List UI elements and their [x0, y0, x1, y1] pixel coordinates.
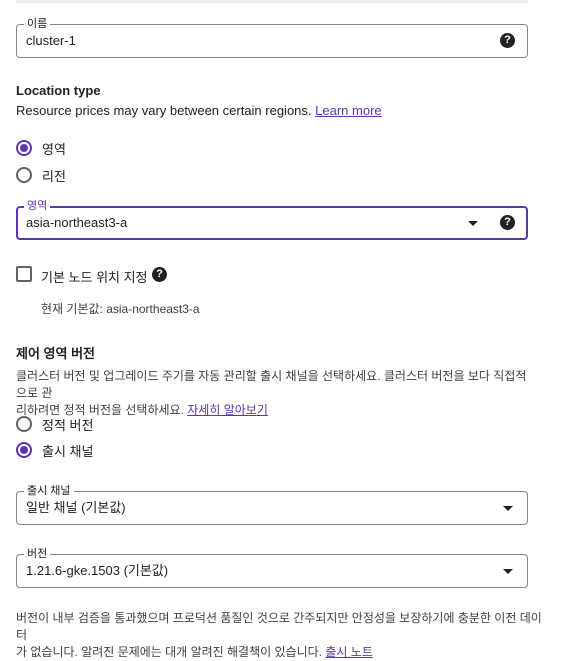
radio-static-version[interactable]: 정적 버전	[16, 415, 93, 433]
radio-zonal-control[interactable]	[16, 140, 32, 156]
version-footer-line1: 버전이 내부 검증을 통과했으며 프로덕션 품질인 것으로 간주되지만 안정성을…	[16, 611, 542, 642]
learn-more-link[interactable]: Learn more	[315, 103, 381, 118]
dropdown-arrow-icon[interactable]	[503, 569, 513, 574]
default-node-locations-note: 현재 기본값: asia-northeast3-a	[41, 302, 200, 316]
release-notes-link[interactable]: 출시 노트	[325, 645, 373, 659]
radio-release-channel-control[interactable]	[16, 442, 32, 458]
radio-regional[interactable]: 리전	[16, 166, 66, 184]
version-footer-note: 버전이 내부 검증을 통과했으며 프로덕션 품질인 것으로 간주되지만 안정성을…	[16, 610, 546, 661]
help-icon[interactable]: ?	[500, 33, 515, 48]
radio-zonal[interactable]: 영역	[16, 139, 66, 157]
release-channel-select-value: 일반 채널 (기본값)	[26, 500, 126, 515]
radio-release-channel-label: 출시 채널	[42, 443, 94, 459]
default-node-locations-checkbox[interactable]	[16, 266, 32, 282]
top-divider	[16, 0, 528, 3]
location-type-description: Resource prices may vary between certain…	[16, 103, 382, 118]
cluster-name-value[interactable]: cluster-1	[26, 25, 76, 57]
learn-more-link-kr[interactable]: 자세히 알아보기	[187, 403, 268, 417]
radio-zonal-label: 영역	[42, 141, 66, 157]
version-select[interactable]: 버전 1.21.6-gke.1503 (기본값)	[16, 547, 528, 588]
version-select-value: 1.21.6-gke.1503 (기본값)	[26, 563, 169, 578]
default-node-locations-label: 기본 노드 위치 지정	[41, 270, 148, 285]
radio-release-channel[interactable]: 출시 채널	[16, 441, 93, 459]
radio-regional-label: 리전	[42, 168, 66, 184]
help-icon[interactable]: ?	[152, 267, 167, 282]
dropdown-arrow-icon[interactable]	[503, 506, 513, 511]
zone-select-value: asia-northeast3-a	[26, 215, 128, 230]
radio-regional-control[interactable]	[16, 167, 32, 183]
cluster-name-field[interactable]: 이름 cluster-1 ?	[16, 17, 528, 58]
control-plane-description: 클러스터 버전 및 업그레이드 주기를 자동 관리할 출시 채널을 선택하세요.…	[16, 368, 536, 419]
dropdown-arrow-icon[interactable]	[468, 221, 478, 226]
control-plane-description-line1: 클러스터 버전 및 업그레이드 주기를 자동 관리할 출시 채널을 선택하세요.…	[16, 369, 527, 400]
radio-static-version-control[interactable]	[16, 416, 32, 432]
zone-select[interactable]: 영역 asia-northeast3-a ?	[16, 199, 528, 240]
release-channel-select[interactable]: 출시 채널 일반 채널 (기본값)	[16, 484, 528, 525]
location-type-heading: Location type	[16, 83, 101, 98]
radio-static-version-label: 정적 버전	[42, 417, 94, 433]
version-footer-line2: 가 없습니다. 알려진 문제에는 대개 알려진 해결책이 있습니다.	[16, 645, 323, 659]
location-price-note: Resource prices may vary between certain…	[16, 103, 312, 118]
control-plane-version-heading: 제어 영역 버전	[16, 346, 95, 361]
help-icon[interactable]: ?	[500, 215, 515, 230]
